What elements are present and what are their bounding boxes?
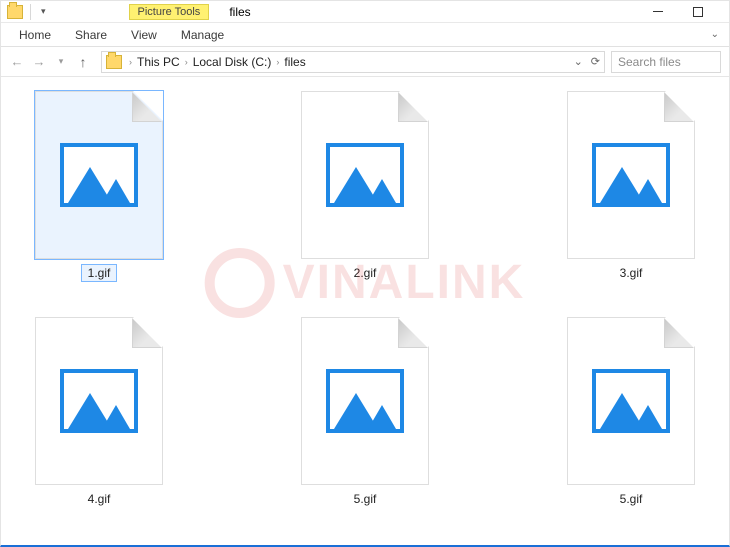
breadcrumb-this-pc[interactable]: This PC bbox=[135, 55, 182, 69]
ribbon-tab-manage[interactable]: Manage bbox=[181, 28, 224, 42]
qat-dropdown-icon[interactable]: ▾ bbox=[38, 6, 49, 17]
ribbon-tab-share[interactable]: Share bbox=[75, 28, 107, 42]
search-placeholder: Search files bbox=[618, 55, 681, 69]
image-icon bbox=[592, 143, 670, 207]
quick-access-toolbar: ▾ bbox=[1, 4, 49, 20]
file-thumbnail[interactable] bbox=[35, 317, 163, 485]
refresh-button[interactable]: ⟳ bbox=[591, 55, 600, 68]
file-thumbnail[interactable] bbox=[567, 317, 695, 485]
image-icon bbox=[326, 143, 404, 207]
address-row: ← → ▾ ↑ › This PC › Local Disk (C:) › fi… bbox=[1, 47, 729, 77]
search-input[interactable]: Search files bbox=[611, 51, 721, 73]
file-item[interactable]: 1.gif bbox=[14, 91, 184, 281]
breadcrumb-local-disk[interactable]: Local Disk (C:) bbox=[191, 55, 274, 69]
breadcrumb-files[interactable]: files bbox=[282, 55, 307, 69]
nav-back-button[interactable]: ← bbox=[9, 54, 25, 69]
page-fold-icon bbox=[398, 92, 428, 122]
file-item[interactable]: 3.gif bbox=[546, 91, 716, 281]
crumb-sep-icon[interactable]: › bbox=[126, 57, 135, 67]
image-icon bbox=[60, 143, 138, 207]
nav-recent-dropdown[interactable]: ▾ bbox=[53, 56, 69, 67]
crumb-sep-icon[interactable]: › bbox=[182, 57, 191, 67]
app-icon bbox=[7, 5, 23, 19]
titlebar: ▾ Picture Tools files bbox=[1, 1, 729, 23]
nav-forward-button[interactable]: → bbox=[31, 54, 47, 69]
qat-separator bbox=[30, 4, 31, 20]
nav-up-button[interactable]: ↑ bbox=[75, 54, 91, 70]
page-fold-icon bbox=[664, 318, 694, 348]
file-name[interactable]: 2.gif bbox=[348, 265, 383, 281]
file-thumbnail[interactable] bbox=[301, 91, 429, 259]
contextual-tab-picture-tools[interactable]: Picture Tools bbox=[129, 4, 210, 20]
page-fold-icon bbox=[664, 92, 694, 122]
address-folder-icon bbox=[106, 55, 122, 69]
image-icon bbox=[326, 369, 404, 433]
content-pane[interactable]: 1.gif2.gif3.gif4.gif5.gif5.gif VINALINK bbox=[1, 77, 729, 545]
file-item[interactable]: 5.gif bbox=[546, 317, 716, 507]
file-thumbnail[interactable] bbox=[567, 91, 695, 259]
ribbon-collapse-icon[interactable]: ⌄ bbox=[711, 29, 729, 40]
address-dropdown-icon[interactable]: ⌄ bbox=[574, 55, 583, 68]
ribbon-tabs: Home Share View Manage ⌄ bbox=[1, 23, 729, 47]
file-item[interactable]: 5.gif bbox=[280, 317, 450, 507]
file-thumbnail[interactable] bbox=[35, 91, 163, 259]
file-name[interactable]: 5.gif bbox=[614, 491, 649, 507]
file-name[interactable]: 3.gif bbox=[614, 265, 649, 281]
file-name[interactable]: 4.gif bbox=[82, 491, 117, 507]
ribbon-tab-view[interactable]: View bbox=[131, 28, 157, 42]
maximize-button[interactable] bbox=[687, 3, 709, 21]
file-item[interactable]: 2.gif bbox=[280, 91, 450, 281]
page-fold-icon bbox=[132, 92, 162, 122]
file-name[interactable]: 5.gif bbox=[348, 491, 383, 507]
ribbon-tab-home[interactable]: Home bbox=[19, 28, 51, 42]
page-fold-icon bbox=[398, 318, 428, 348]
file-name[interactable]: 1.gif bbox=[82, 265, 117, 281]
window-controls bbox=[647, 3, 729, 21]
file-thumbnail[interactable] bbox=[301, 317, 429, 485]
image-icon bbox=[60, 369, 138, 433]
file-grid: 1.gif 2.gif 3.gif 4.gif 5.gif 5.gif bbox=[11, 91, 719, 507]
window-title: files bbox=[229, 5, 250, 19]
minimize-button[interactable] bbox=[647, 3, 669, 21]
page-fold-icon bbox=[132, 318, 162, 348]
file-item[interactable]: 4.gif bbox=[14, 317, 184, 507]
image-icon bbox=[592, 369, 670, 433]
address-bar[interactable]: › This PC › Local Disk (C:) › files ⌄ ⟳ bbox=[101, 51, 605, 73]
crumb-sep-icon[interactable]: › bbox=[273, 57, 282, 67]
